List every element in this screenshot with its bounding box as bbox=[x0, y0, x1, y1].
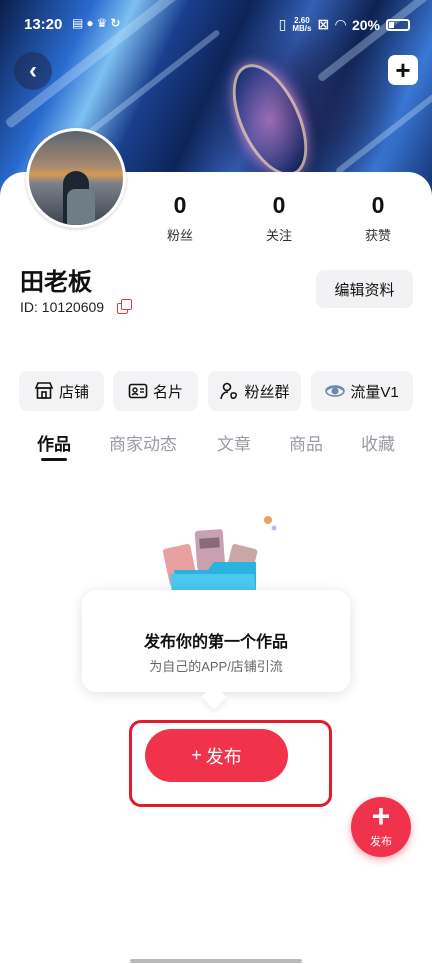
stat-followers-label: 粉丝 bbox=[166, 228, 193, 243]
avatar-figure-coat bbox=[67, 189, 95, 225]
net-speed: 2.60 MB/s bbox=[292, 16, 312, 33]
publish-button-label: 发布 bbox=[205, 746, 242, 767]
empty-state-subtitle: 为自己的APP/店铺引流 bbox=[149, 659, 283, 674]
plus-icon: + bbox=[395, 55, 411, 85]
profile-id: ID: 10120609 bbox=[20, 299, 105, 315]
chevron-left-icon: ‹ bbox=[29, 57, 37, 84]
avatar[interactable] bbox=[26, 128, 126, 228]
sim-icon: ⊠ bbox=[317, 16, 330, 32]
stat-likes-label: 获赞 bbox=[364, 228, 391, 243]
tab-works[interactable]: 作品 bbox=[37, 430, 71, 455]
home-indicator[interactable] bbox=[130, 959, 302, 963]
id-card-icon bbox=[128, 383, 148, 399]
tab-favorites[interactable]: 收藏 bbox=[361, 430, 395, 455]
vibrate-icon: ▯ bbox=[278, 16, 287, 32]
plus-icon: + bbox=[191, 745, 202, 765]
chip-traffic-label: 流量V1 bbox=[350, 383, 399, 401]
stat-likes-value: 0 bbox=[371, 192, 385, 218]
chip-card-label: 名片 bbox=[152, 383, 183, 401]
status-right: ▯ 2.60 MB/s ⊠ ◠ 20% bbox=[279, 16, 410, 33]
battery-percent: 20% bbox=[351, 16, 380, 33]
battery-icon bbox=[386, 18, 410, 31]
chip-fan-group-label: 粉丝群 bbox=[244, 383, 290, 401]
store-icon bbox=[34, 382, 54, 399]
stat-following-label: 关注 bbox=[265, 228, 292, 243]
back-button[interactable]: ‹ bbox=[14, 52, 52, 90]
publish-button[interactable]: + 发布 bbox=[145, 729, 288, 782]
notification-icons: ▤●♛↻ bbox=[72, 16, 124, 30]
status-bar: 13:20 ▤●♛↻ ▯ 2.60 MB/s ⊠ ◠ 20% bbox=[0, 0, 432, 50]
plus-icon: + bbox=[371, 798, 391, 834]
active-tab-indicator bbox=[41, 458, 67, 461]
chip-card[interactable]: 名片 bbox=[113, 371, 198, 411]
stat-following-value: 0 bbox=[272, 192, 286, 218]
tab-articles[interactable]: 文章 bbox=[217, 430, 251, 455]
stat-followers-value: 0 bbox=[173, 192, 187, 218]
stat-likes[interactable]: 0 获赞 bbox=[348, 192, 408, 244]
net-speed-unit: MB/s bbox=[292, 23, 312, 33]
floating-publish-button[interactable]: + 发布 bbox=[351, 797, 411, 857]
edit-profile-button[interactable]: 编辑资料 bbox=[316, 270, 413, 308]
chip-traffic[interactable]: 流量V1 bbox=[311, 371, 413, 411]
chip-store-label: 店铺 bbox=[58, 383, 89, 401]
stat-following[interactable]: 0 关注 bbox=[249, 192, 309, 244]
planet-ring-decoration bbox=[217, 52, 323, 188]
wifi-icon: ◠ bbox=[335, 16, 346, 32]
chip-store[interactable]: 店铺 bbox=[19, 371, 104, 411]
stat-followers[interactable]: 0 粉丝 bbox=[150, 192, 210, 244]
fab-label: 发布 bbox=[370, 836, 392, 848]
traffic-badge-icon bbox=[325, 385, 346, 397]
chip-fan-group[interactable]: 粉丝群 bbox=[208, 371, 301, 411]
profile-name: 田老板 bbox=[20, 269, 92, 296]
copy-icon[interactable] bbox=[117, 299, 132, 314]
empty-state-title: 发布你的第一个作品 bbox=[143, 634, 288, 651]
tab-merchant-updates[interactable]: 商家动态 bbox=[109, 430, 177, 455]
status-time: 13:20 bbox=[24, 16, 63, 33]
add-button[interactable]: + bbox=[388, 55, 418, 85]
fan-group-icon bbox=[220, 382, 238, 400]
tab-products[interactable]: 商品 bbox=[289, 430, 323, 455]
